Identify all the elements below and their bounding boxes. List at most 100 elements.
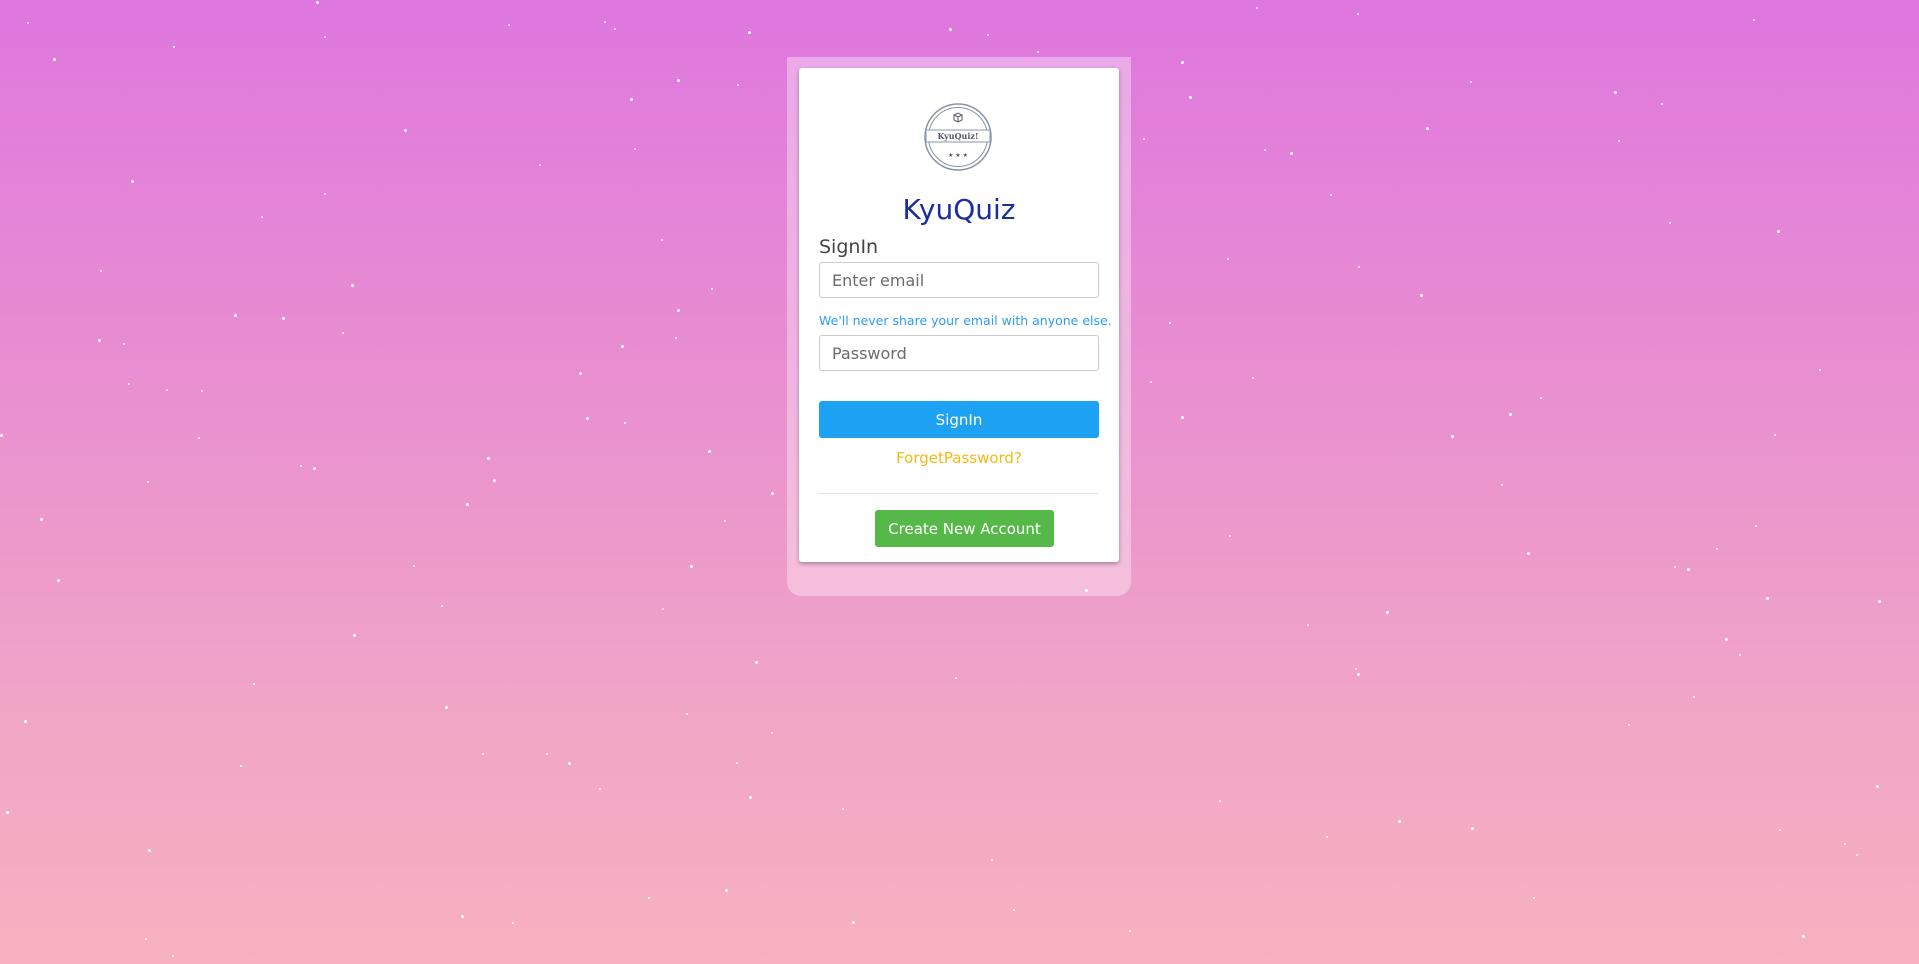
star-dot — [1036, 50, 1039, 53]
star-dot — [1855, 854, 1858, 857]
star-dot — [1218, 799, 1221, 802]
create-account-button[interactable]: Create New Account — [875, 510, 1054, 547]
star-dot — [1357, 12, 1360, 15]
signin-button[interactable]: SignIn — [819, 401, 1099, 438]
star-dot — [842, 808, 845, 811]
star-dot — [1875, 785, 1879, 789]
star-dot — [253, 683, 256, 686]
star-dot — [1425, 127, 1429, 131]
star-dot — [146, 480, 149, 483]
star-dot — [1802, 934, 1806, 938]
star-dot — [545, 753, 548, 756]
star-dot — [1329, 194, 1332, 197]
app-title: KyuQuiz — [902, 193, 1016, 226]
star-dot — [282, 317, 286, 321]
star-dot — [173, 45, 176, 48]
star-dot — [724, 889, 728, 893]
star-dot — [748, 30, 752, 34]
star-dot — [1255, 7, 1258, 10]
star-dot — [685, 713, 688, 716]
star-dot — [1627, 723, 1630, 726]
star-dot — [538, 164, 541, 167]
star-dot — [661, 239, 664, 241]
star-dot — [40, 517, 44, 521]
star-dot — [27, 22, 30, 25]
star-dot — [1765, 596, 1769, 600]
star-dot — [708, 450, 712, 454]
signin-heading: SignIn — [819, 236, 879, 258]
star-dot — [1397, 820, 1401, 824]
star-dot — [131, 179, 135, 183]
star-dot — [1251, 377, 1254, 380]
star-dot — [323, 192, 326, 195]
star-dot — [1228, 534, 1231, 537]
star-dot — [1693, 695, 1696, 698]
star-dot — [350, 283, 354, 287]
star-dot — [300, 465, 303, 468]
star-dot — [122, 342, 125, 345]
star-dot — [771, 491, 775, 495]
star-dot — [1532, 897, 1535, 900]
star-dot — [1774, 433, 1777, 436]
star-dot — [441, 605, 444, 608]
star-dot — [413, 565, 416, 568]
star-dot — [1181, 60, 1185, 64]
star-dot — [201, 390, 204, 393]
star-dot — [1661, 103, 1664, 106]
star-dot — [52, 58, 56, 62]
star-dot — [1613, 90, 1617, 94]
password-input[interactable] — [819, 335, 1099, 371]
star-dot — [56, 578, 60, 582]
star-dot — [1354, 668, 1357, 671]
star-dot — [737, 83, 740, 86]
star-dot — [770, 731, 773, 734]
star-dot — [1725, 638, 1729, 642]
star-dot — [568, 762, 572, 766]
star-dot — [623, 422, 626, 425]
star-dot — [127, 383, 130, 386]
star-dot — [171, 954, 174, 957]
star-dot — [1128, 930, 1131, 932]
star-dot — [315, 0, 319, 4]
star-dot — [1226, 258, 1229, 261]
star-dot — [676, 78, 680, 82]
star-dot — [1325, 836, 1328, 839]
forgot-password-link[interactable]: ForgetPassword? — [799, 449, 1119, 467]
star-dot — [1668, 221, 1671, 224]
star-dot — [1264, 148, 1267, 151]
star-dot — [1469, 80, 1472, 83]
star-dot — [1527, 552, 1531, 556]
star-dot — [1753, 18, 1756, 21]
star-dot — [97, 339, 101, 343]
star-dot — [482, 753, 485, 756]
star-dot — [1686, 568, 1690, 572]
star-dot — [260, 215, 263, 218]
star-dot — [949, 28, 953, 32]
star-dot — [852, 921, 856, 925]
star-dot — [634, 148, 636, 151]
star-dot — [604, 20, 607, 23]
kyuquiz-logo: KyuQuiz! ★ ★ ★ — [924, 103, 992, 171]
star-dot — [144, 937, 147, 940]
star-dot — [1306, 623, 1309, 626]
star-dot — [1715, 547, 1718, 550]
email-input[interactable] — [819, 262, 1099, 298]
star-dot — [313, 467, 317, 471]
star-dot — [723, 520, 726, 523]
star-dot — [352, 633, 356, 637]
star-dot — [987, 33, 990, 36]
star-dot — [674, 337, 677, 340]
star-dot — [1169, 321, 1172, 324]
star-dot — [1149, 381, 1152, 384]
star-dot — [1819, 368, 1822, 371]
star-dot — [511, 922, 514, 924]
star-dot — [1778, 829, 1781, 832]
star-dot — [1356, 672, 1360, 676]
star-dot — [24, 719, 28, 723]
star-dot — [492, 478, 496, 482]
star-dot — [1289, 152, 1293, 156]
star-dot — [954, 677, 957, 680]
star-dot — [486, 457, 490, 461]
star-dot — [621, 344, 625, 348]
star-dot — [735, 762, 738, 765]
